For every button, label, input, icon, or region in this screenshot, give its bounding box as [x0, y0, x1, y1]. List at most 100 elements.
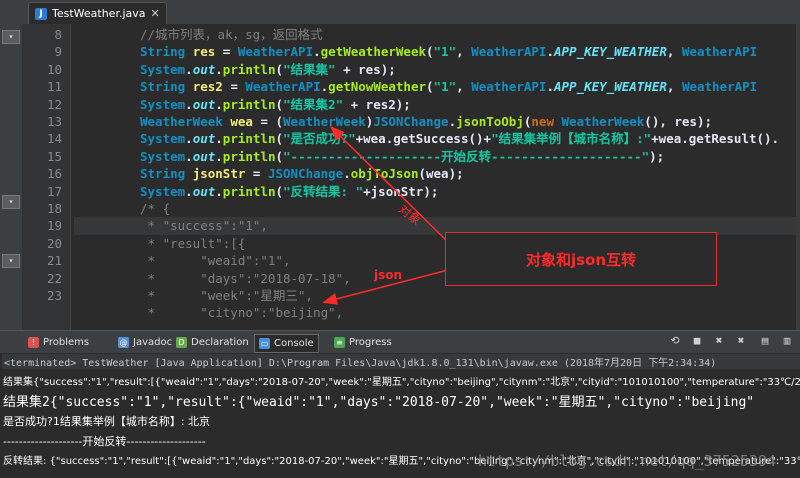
code-line[interactable]: System.out.println("结果集" + res);	[140, 61, 396, 78]
line-number: 20	[46, 235, 62, 251]
code-token: System	[140, 131, 186, 147]
progress-icon: ≡	[334, 336, 345, 348]
code-line[interactable]: /* {	[140, 200, 170, 217]
code-token: .	[546, 79, 554, 95]
code-token: WeatherAPI	[471, 79, 547, 95]
collapse-toggle-icon[interactable]: ▾	[2, 30, 20, 44]
remove-launch-icon[interactable]: ✖	[712, 334, 726, 348]
code-token: (	[426, 44, 434, 60]
code-line[interactable]: System.out.println("结果集2" + res2);	[140, 96, 411, 113]
terminate-icon[interactable]: ⟲	[668, 334, 682, 348]
code-token: .	[215, 148, 223, 164]
code-token: println	[222, 61, 276, 77]
collapse-toggle-icon[interactable]: ▾	[2, 254, 20, 268]
code-token: .	[185, 183, 193, 199]
line-number: 23	[46, 288, 62, 303]
code-token: .	[448, 114, 457, 129]
line-number: 11	[46, 79, 62, 95]
code-token: new	[531, 114, 562, 129]
code-token: WeatherAPI	[237, 44, 314, 60]
code-token: out	[192, 183, 216, 199]
code-token: .	[343, 166, 351, 182]
views-tab-bar: ! Problems @ Javadoc D Declaration ▭ Console ≡ Pr…	[0, 330, 800, 354]
code-token: ,	[666, 79, 682, 95]
code-token: JSONChange	[267, 166, 344, 182]
stop-icon[interactable]: ■	[690, 334, 704, 348]
code-line[interactable]: System.out.println("是否成功?"+wea.getSucces…	[140, 130, 779, 147]
code-token: "1"	[433, 79, 457, 95]
code-token: .	[185, 148, 193, 164]
code-token: objToJson	[350, 166, 419, 182]
code-line[interactable]: WeatherWeek wea = (WeatherWeek)JSONChang…	[140, 113, 712, 130]
code-token: System	[140, 61, 186, 77]
tab-problems[interactable]: ! Problems	[28, 334, 89, 350]
code-token: );	[649, 148, 665, 164]
tab-declaration[interactable]: D Declaration	[176, 334, 249, 350]
code-line[interactable]: * "days":"2018-07-18",	[140, 270, 351, 287]
code-token: * "days":"2018-07-18",	[140, 270, 351, 286]
code-token: ,	[456, 79, 472, 95]
console-status: <terminated> TestWeather [Java Applicati…	[2, 354, 800, 369]
code-token: .	[313, 44, 321, 60]
code-token: * "weaid":"1",	[140, 253, 291, 269]
tab-label: Progress	[349, 336, 392, 348]
tab-javadoc[interactable]: @ Javadoc	[118, 334, 172, 350]
editor-tab-title: TestWeather.java	[52, 7, 146, 20]
code-token: =	[222, 79, 246, 95]
code-token: println	[222, 183, 276, 199]
code-token: .	[215, 96, 223, 112]
code-token: out	[192, 61, 216, 77]
code-line[interactable]: * "weaid":"1",	[140, 252, 291, 269]
code-token: .	[185, 131, 193, 147]
code-line[interactable]: * "week":"星期三",	[140, 287, 313, 304]
close-icon[interactable]: ✕	[151, 7, 160, 20]
code-token: .	[215, 61, 223, 77]
line-number: 10	[46, 61, 62, 77]
code-token: (wea);	[418, 166, 464, 182]
code-line[interactable]: System.out.println("--------------------…	[140, 148, 664, 165]
code-token: String	[140, 44, 193, 60]
code-token: .	[546, 44, 554, 60]
code-token: res	[192, 44, 216, 60]
tab-progress[interactable]: ≡ Progress	[334, 334, 392, 350]
clear-console-icon[interactable]: ▤	[758, 334, 772, 348]
code-token: res2	[192, 79, 223, 95]
code-line[interactable]: String res = WeatherAPI.getWeatherWeek("…	[140, 43, 757, 60]
code-line[interactable]: * "cityno":"beijing",	[140, 304, 344, 321]
annotation-label-json: json	[374, 268, 403, 282]
code-token: println	[222, 96, 276, 112]
line-number: 9	[54, 44, 62, 60]
line-number: 15	[46, 148, 62, 164]
code-token: "--------------------开始反转---------------…	[283, 148, 650, 164]
code-token: "结果集"	[283, 61, 336, 77]
code-line[interactable]: //城市列表，ak，sg，返回格式	[140, 26, 323, 43]
remove-all-icon[interactable]: ✖	[734, 334, 748, 348]
code-token: .	[215, 183, 223, 199]
code-token: * "success":"1",	[140, 218, 268, 234]
scroll-lock-icon[interactable]: ▥	[780, 334, 794, 348]
code-token: .	[185, 96, 193, 112]
code-token: out	[192, 131, 216, 147]
code-line[interactable]: String jsonStr = JSONChange.objToJson(we…	[140, 165, 464, 182]
line-number: 19	[46, 218, 62, 234]
line-number: 12	[46, 96, 62, 112]
code-line[interactable]: * "result":[{	[140, 235, 246, 252]
tab-label: Problems	[43, 336, 90, 348]
tab-label: Javadoc	[133, 336, 173, 348]
code-token: WeatherWeek	[561, 114, 645, 129]
code-token: getWeatherWeek	[320, 44, 426, 60]
code-token: out	[192, 148, 216, 164]
editor-tab-testweather[interactable]: J TestWeather.java ✕	[28, 2, 167, 24]
editor-scrollbar[interactable]	[796, 24, 800, 330]
code-line[interactable]: System.out.println("反转结果: "+jsonStr);	[140, 183, 438, 200]
code-token: WeatherAPI	[681, 44, 758, 60]
left-panel-gutter: ▾ ▾ ▾	[0, 0, 23, 330]
code-line[interactable]: String res2 = WeatherAPI. getNowWeather("…	[140, 78, 757, 95]
code-token: = (	[252, 114, 283, 129]
code-token: WeatherAPI	[681, 79, 758, 95]
code-token: JSONChange	[373, 114, 449, 129]
code-token: * "week":"星期三",	[140, 288, 313, 303]
code-token: +jsonStr);	[363, 183, 439, 199]
collapse-toggle-icon[interactable]: ▾	[2, 195, 20, 209]
tab-console[interactable]: ▭ Console	[254, 334, 319, 353]
